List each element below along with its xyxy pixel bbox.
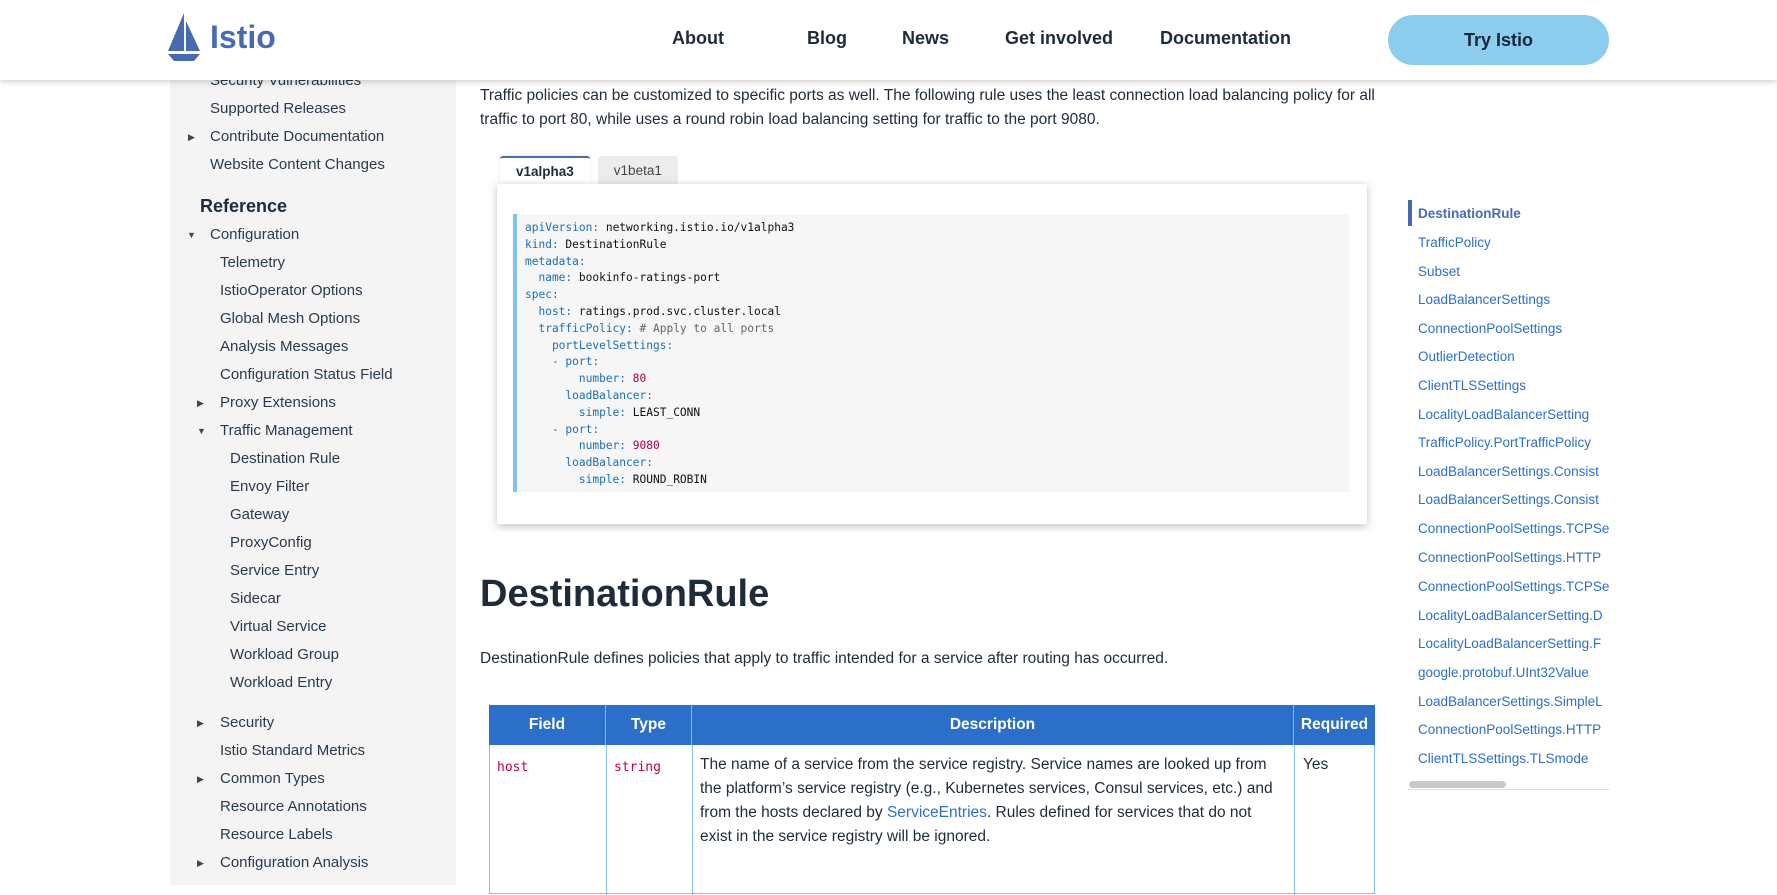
toc-horizontal-scrollbar[interactable] bbox=[1409, 781, 1506, 788]
toc-item[interactable]: LoadBalancerSettings.Consist bbox=[1418, 464, 1599, 479]
sidebar-item-workload-entry[interactable]: Workload Entry bbox=[230, 674, 332, 691]
field-description: The name of a service from the service r… bbox=[700, 756, 1273, 845]
sidebar-item-configuration[interactable]: Configuration bbox=[210, 226, 299, 243]
column-divider bbox=[1294, 745, 1295, 895]
toc-item[interactable]: ConnectionPoolSettings.HTTP bbox=[1418, 722, 1601, 737]
sidebar-item-proxyconfig[interactable]: ProxyConfig bbox=[230, 534, 312, 551]
sidebar-item-workload-group[interactable]: Workload Group bbox=[230, 646, 339, 663]
toc-active-indicator bbox=[1408, 200, 1412, 226]
nav-about[interactable]: About bbox=[672, 28, 724, 49]
tab-v1alpha3[interactable]: v1alpha3 bbox=[500, 156, 590, 184]
toc-item-destinationrule[interactable]: DestinationRule bbox=[1418, 206, 1521, 221]
sidebar-item-website-content-changes[interactable]: Website Content Changes bbox=[210, 156, 385, 173]
sidebar-item-istiooperator-options[interactable]: IstioOperator Options bbox=[220, 282, 363, 299]
docs-sidebar: Security Vulnerabilities Supported Relea… bbox=[170, 80, 456, 885]
expand-arrow-icon[interactable]: ▶ bbox=[197, 858, 204, 869]
column-divider bbox=[692, 745, 693, 895]
sidebar-item-destination-rule[interactable]: Destination Rule bbox=[230, 450, 340, 467]
code-panel: apiVersion: networking.istio.io/v1alpha3… bbox=[497, 184, 1367, 524]
toc-item[interactable]: ConnectionPoolSettings.TCPSe bbox=[1418, 521, 1609, 536]
collapse-arrow-icon[interactable]: ▼ bbox=[187, 230, 196, 240]
heading-description: DestinationRule defines policies that ap… bbox=[480, 650, 1169, 667]
column-divider bbox=[606, 745, 607, 895]
sidebar-item-security-vulnerabilities[interactable]: Security Vulnerabilities bbox=[210, 80, 361, 89]
expand-arrow-icon[interactable]: ▶ bbox=[197, 398, 204, 409]
toc-item[interactable]: Subset bbox=[1418, 264, 1460, 279]
intro-paragraph: Traffic policies can be customized to sp… bbox=[480, 87, 1375, 128]
toc-item[interactable]: ClientTLSSettings bbox=[1418, 378, 1526, 393]
table-header-type: Type bbox=[606, 705, 692, 745]
sidebar-item-resource-annotations[interactable]: Resource Annotations bbox=[220, 798, 367, 815]
field-name-host: host bbox=[497, 760, 529, 775]
expand-arrow-icon[interactable]: ▶ bbox=[197, 774, 204, 785]
sidebar-item-supported-releases[interactable]: Supported Releases bbox=[210, 100, 346, 117]
table-of-contents: DestinationRule TrafficPolicy Subset Loa… bbox=[1408, 198, 1609, 790]
site-header: Istio About Blog News Get involved Docum… bbox=[0, 0, 1777, 80]
toc-item[interactable]: LocalityLoadBalancerSetting bbox=[1418, 407, 1589, 422]
sidebar-item-security[interactable]: Security bbox=[220, 714, 274, 731]
toc-item[interactable]: LocalityLoadBalancerSetting.D bbox=[1418, 608, 1603, 623]
sidebar-item-gateway[interactable]: Gateway bbox=[230, 506, 289, 523]
sidebar-item-configuration-status-field[interactable]: Configuration Status Field bbox=[220, 366, 393, 383]
toc-item[interactable]: LocalityLoadBalancerSetting.F bbox=[1418, 636, 1601, 651]
table-header-required: Required bbox=[1294, 705, 1375, 745]
version-tabs: v1alpha3 v1beta1 bbox=[500, 156, 678, 184]
sidebar-item-telemetry[interactable]: Telemetry bbox=[220, 254, 285, 271]
sidebar-heading-reference[interactable]: Reference bbox=[200, 196, 287, 217]
nav-documentation[interactable]: Documentation bbox=[1160, 28, 1291, 49]
toc-item[interactable]: LoadBalancerSettings bbox=[1418, 292, 1550, 307]
sidebar-item-analysis-messages[interactable]: Analysis Messages bbox=[220, 338, 348, 355]
sidebar-item-virtual-service[interactable]: Virtual Service bbox=[230, 618, 326, 635]
sidebar-item-resource-labels[interactable]: Resource Labels bbox=[220, 826, 333, 843]
code-block[interactable]: apiVersion: networking.istio.io/v1alpha3… bbox=[513, 214, 1349, 492]
toc-item[interactable]: LoadBalancerSettings.SimpleL bbox=[1418, 694, 1603, 709]
sidebar-item-sidecar[interactable]: Sidecar bbox=[230, 590, 281, 607]
tab-v1beta1[interactable]: v1beta1 bbox=[597, 156, 678, 184]
toc-item[interactable]: ConnectionPoolSettings.TCPSe bbox=[1418, 579, 1609, 594]
sidebar-item-proxy-extensions[interactable]: Proxy Extensions bbox=[220, 394, 336, 411]
sidebar-item-service-entry[interactable]: Service Entry bbox=[230, 562, 319, 579]
toc-item[interactable]: TrafficPolicy.PortTrafficPolicy bbox=[1418, 435, 1591, 450]
sidebar-item-istio-standard-metrics[interactable]: Istio Standard Metrics bbox=[220, 742, 365, 759]
toc-item[interactable]: ConnectionPoolSettings bbox=[1418, 321, 1562, 336]
sailboat-icon bbox=[168, 13, 200, 61]
sidebar-item-common-types[interactable]: Common Types bbox=[220, 770, 325, 787]
serviceentries-link[interactable]: ServiceEntries bbox=[887, 804, 987, 821]
sidebar-item-configuration-analysis[interactable]: Configuration Analysis bbox=[220, 854, 368, 871]
field-type-string: string bbox=[614, 760, 661, 775]
collapse-arrow-icon[interactable]: ▼ bbox=[197, 426, 206, 436]
sidebar-item-global-mesh-options[interactable]: Global Mesh Options bbox=[220, 310, 360, 327]
logo-text: Istio bbox=[210, 18, 276, 55]
table-header-description: Description bbox=[692, 705, 1294, 745]
page-heading-destinationrule: DestinationRule bbox=[480, 573, 770, 615]
toc-item[interactable]: ConnectionPoolSettings.HTTP bbox=[1418, 550, 1601, 565]
nav-blog[interactable]: Blog bbox=[807, 28, 847, 49]
toc-item[interactable]: LoadBalancerSettings.Consist bbox=[1418, 492, 1599, 507]
toc-item[interactable]: ClientTLSSettings.TLSmode bbox=[1418, 751, 1588, 766]
table-header-field: Field bbox=[489, 705, 606, 745]
sidebar-item-envoy-filter[interactable]: Envoy Filter bbox=[230, 478, 309, 495]
toc-item[interactable]: TrafficPolicy bbox=[1418, 235, 1491, 250]
sidebar-item-traffic-management[interactable]: Traffic Management bbox=[220, 422, 353, 439]
sidebar-item-contribute-documentation[interactable]: Contribute Documentation bbox=[210, 128, 384, 145]
expand-arrow-icon[interactable]: ▶ bbox=[197, 718, 204, 729]
istio-logo[interactable]: Istio bbox=[166, 12, 276, 62]
nav-get-involved[interactable]: Get involved bbox=[1005, 28, 1113, 49]
toc-item[interactable]: google.protobuf.UInt32Value bbox=[1418, 665, 1589, 680]
toc-item[interactable]: OutlierDetection bbox=[1418, 349, 1515, 364]
expand-arrow-icon[interactable]: ▶ bbox=[188, 132, 195, 143]
nav-news[interactable]: News bbox=[902, 28, 949, 49]
field-required: Yes bbox=[1303, 756, 1329, 773]
try-istio-button[interactable]: Try Istio bbox=[1388, 15, 1609, 65]
